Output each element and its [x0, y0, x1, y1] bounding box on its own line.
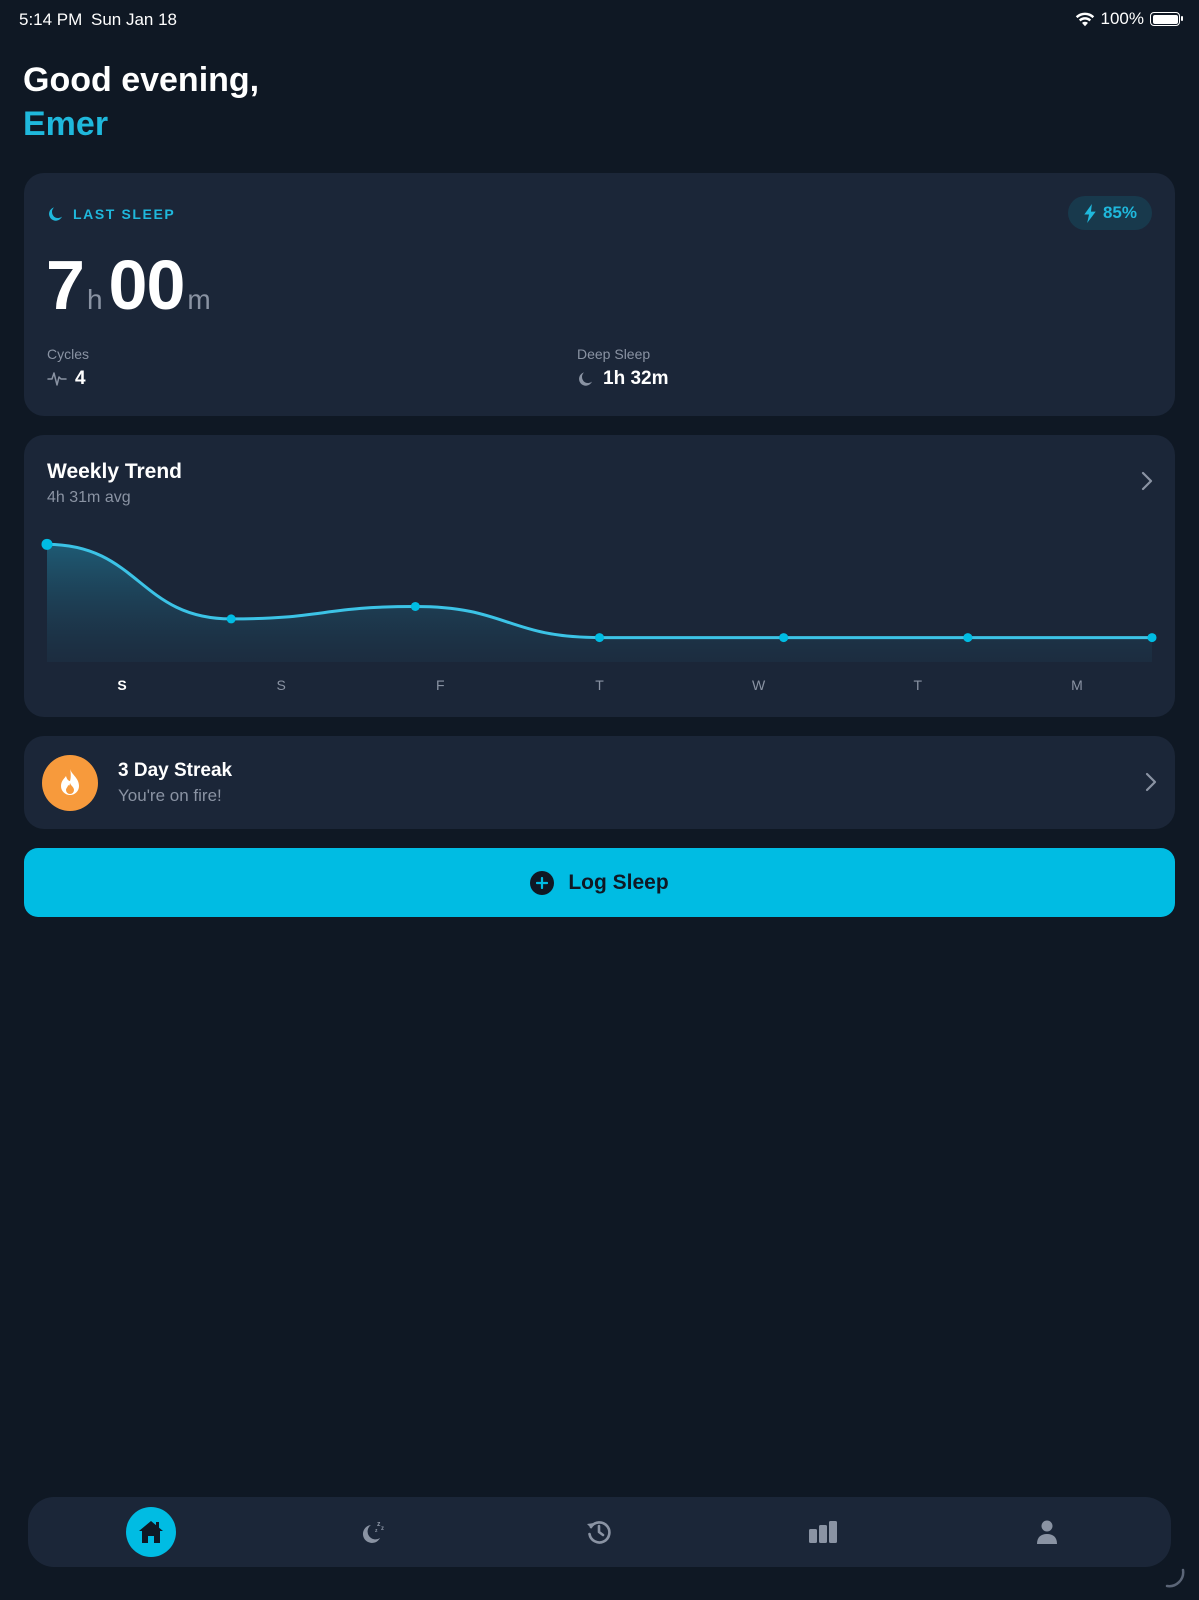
trend-average: 4h 31m avg [47, 489, 131, 506]
tab-history[interactable] [574, 1507, 624, 1557]
day-label: W [752, 677, 766, 693]
lightning-icon [1084, 203, 1096, 223]
log-sleep-button[interactable]: Log Sleep [24, 848, 1175, 917]
sleep-icon: z z z [362, 1521, 384, 1543]
moon-icon [49, 207, 62, 221]
tab-sleep[interactable]: z z z [350, 1507, 400, 1557]
battery-percent: 100% [1100, 9, 1144, 28]
streak-subtitle: You're on fire! [118, 786, 222, 805]
sleep-duration: 7 h 00 m [46, 245, 217, 325]
wifi-icon [1075, 12, 1094, 26]
status-bar: 5:14 PM Sun Jan 18 100% [0, 0, 1199, 38]
deep-sleep-value: 1h 32m [603, 368, 669, 389]
log-sleep-label: Log Sleep [568, 870, 669, 894]
tab-stats[interactable] [798, 1507, 848, 1557]
svg-text:z: z [381, 1526, 384, 1532]
resize-handle-icon [1165, 1568, 1185, 1588]
plus-circle-icon [530, 870, 555, 895]
trend-point[interactable] [779, 633, 789, 643]
greeting-line: Good evening, [23, 61, 260, 99]
chevron-right-icon[interactable] [1145, 772, 1157, 792]
duration-hours-unit: h [86, 284, 103, 315]
trend-point[interactable] [226, 614, 236, 624]
day-label: S [117, 677, 126, 693]
status-time: 5:14 PM [19, 10, 83, 29]
energy-badge: 85% [1067, 196, 1152, 230]
trend-point[interactable] [595, 633, 604, 643]
pulse-icon [47, 372, 67, 386]
day-label: T [914, 677, 923, 693]
flame-icon [42, 755, 98, 811]
history-icon [587, 1521, 611, 1544]
cycles-stat: Cycles 4 [47, 346, 89, 390]
day-label: S [276, 677, 285, 693]
last-sleep-label: LAST SLEEP [73, 206, 176, 222]
cycles-value-row: 4 [47, 368, 89, 390]
cycles-value: 4 [75, 368, 86, 389]
trend-point[interactable] [41, 538, 53, 550]
stats-icon [809, 1521, 837, 1543]
tab-home[interactable] [126, 1507, 176, 1557]
trend-point[interactable] [963, 633, 973, 643]
streak-title: 3 Day Streak [118, 760, 233, 781]
tab-profile[interactable] [1022, 1507, 1072, 1557]
home-icon [139, 1521, 163, 1543]
last-sleep-card[interactable]: LAST SLEEP 85% 7 h 00 m Cycles 4 Deep Sl… [24, 173, 1175, 416]
duration-minutes-unit: m [187, 284, 211, 315]
battery-icon [1150, 12, 1183, 26]
status-right: 100% [1075, 9, 1183, 29]
chevron-right-icon[interactable] [1141, 471, 1153, 491]
weekly-trend-card[interactable]: S S F T W T M Weekly Trend 4h 31m avg [24, 435, 1175, 717]
last-sleep-label-row: LAST SLEEP [47, 205, 175, 223]
day-label: M [1071, 677, 1083, 693]
svg-text:z: z [375, 1528, 378, 1534]
duration-minutes: 00 [108, 246, 186, 324]
user-name: Emer [23, 105, 109, 143]
profile-icon [1037, 1520, 1057, 1544]
greeting: Good evening, Emer [23, 58, 259, 146]
energy-value: 85% [1102, 203, 1137, 222]
day-label: F [436, 677, 445, 693]
trend-point[interactable] [410, 601, 420, 611]
weekly-trend-chart: SSFTWTM [41, 538, 1157, 693]
moon-icon [579, 372, 592, 386]
tab-bar: z z z [28, 1497, 1171, 1567]
deep-sleep-stat: Deep Sleep 1h 32m [577, 346, 668, 390]
trend-area [47, 544, 1152, 662]
streak-card[interactable]: 3 Day Streak You're on fire! [24, 736, 1175, 829]
cycles-label: Cycles [47, 346, 90, 362]
day-label: T [595, 677, 604, 693]
duration-hours: 7 [46, 246, 85, 324]
trend-point[interactable] [1147, 633, 1157, 643]
deep-sleep-value-row: 1h 32m [577, 368, 668, 390]
deep-sleep-label: Deep Sleep [577, 346, 651, 362]
trend-title: Weekly Trend [47, 460, 183, 483]
status-date: Sun Jan 18 [91, 10, 178, 29]
